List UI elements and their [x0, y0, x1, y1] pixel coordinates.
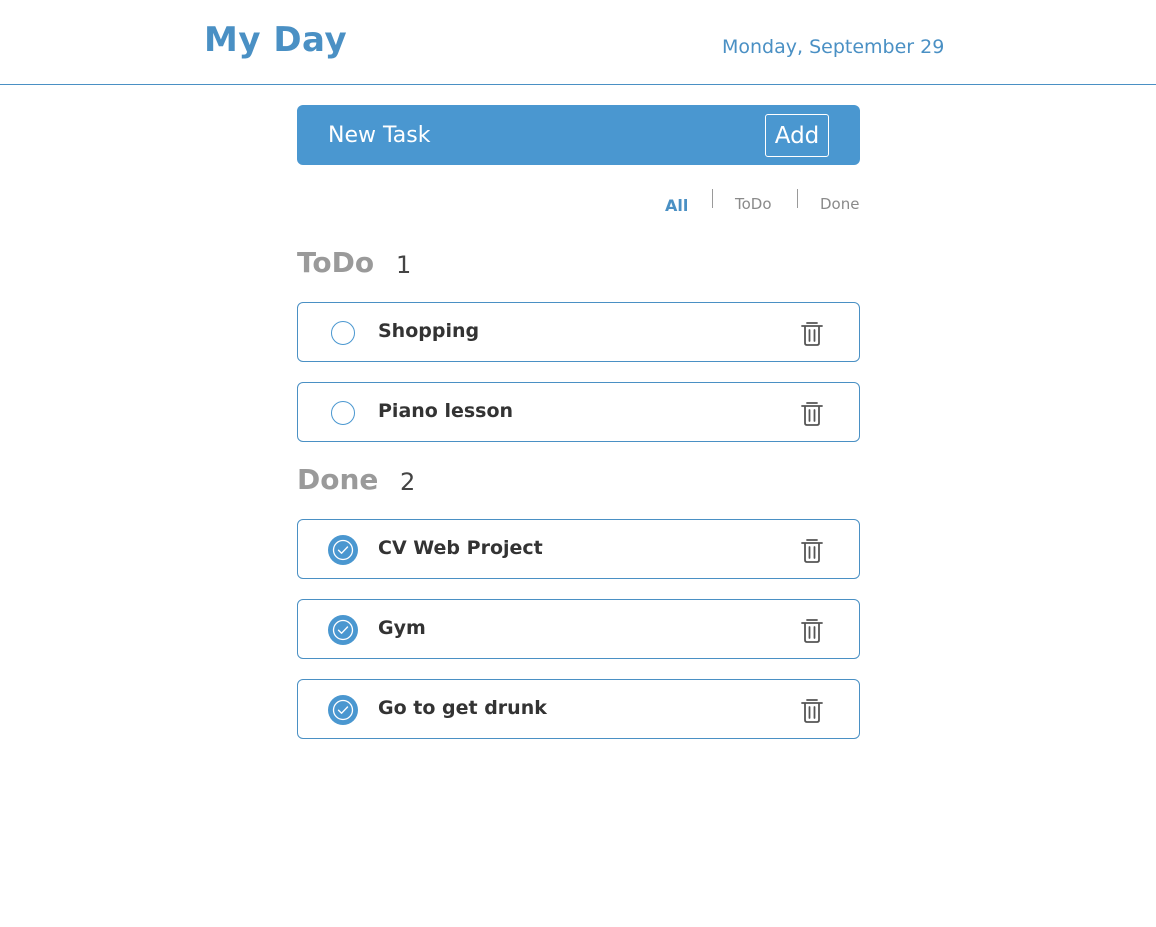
- filter-done[interactable]: Done: [820, 195, 859, 213]
- task-label: Go to get drunk: [378, 697, 547, 719]
- trash-icon[interactable]: [798, 616, 826, 644]
- trash-icon[interactable]: [798, 696, 826, 724]
- todo-section-count: 1: [396, 251, 412, 279]
- task-label: Piano lesson: [378, 400, 514, 422]
- task-item: Gym: [297, 599, 860, 659]
- checked-checkbox[interactable]: [328, 535, 358, 565]
- checked-checkbox[interactable]: [328, 695, 358, 725]
- new-task-input[interactable]: [317, 117, 737, 153]
- task-checkbox[interactable]: [331, 401, 355, 425]
- trash-icon[interactable]: [798, 536, 826, 564]
- todo-section-title: ToDo: [297, 246, 375, 279]
- done-section-title: Done: [297, 463, 379, 496]
- trash-icon[interactable]: [798, 399, 826, 427]
- task-label: Gym: [378, 617, 426, 639]
- task-item: Shopping: [297, 302, 860, 362]
- task-checkbox[interactable]: [331, 321, 355, 345]
- new-task-bar: Add: [297, 105, 860, 165]
- app-title: My Day: [204, 20, 348, 60]
- add-button[interactable]: Add: [765, 114, 829, 157]
- circle-check-icon: [332, 699, 354, 721]
- task-item: Piano lesson: [297, 382, 860, 442]
- filter-divider: [797, 189, 798, 208]
- circle-check-icon: [332, 539, 354, 561]
- checked-checkbox[interactable]: [328, 615, 358, 645]
- task-label: Shopping: [378, 320, 480, 342]
- filter-divider: [712, 189, 713, 208]
- app-header: My Day Monday, September 29: [0, 0, 1156, 85]
- circle-check-icon: [332, 619, 354, 641]
- done-section-count: 2: [400, 468, 416, 496]
- filter-all[interactable]: All: [665, 196, 688, 215]
- task-item: CV Web Project: [297, 519, 860, 579]
- task-label: CV Web Project: [378, 537, 543, 559]
- trash-icon[interactable]: [798, 319, 826, 347]
- date-label: Monday, September 29: [722, 36, 945, 58]
- filter-todo[interactable]: ToDo: [735, 195, 772, 213]
- task-item: Go to get drunk: [297, 679, 860, 739]
